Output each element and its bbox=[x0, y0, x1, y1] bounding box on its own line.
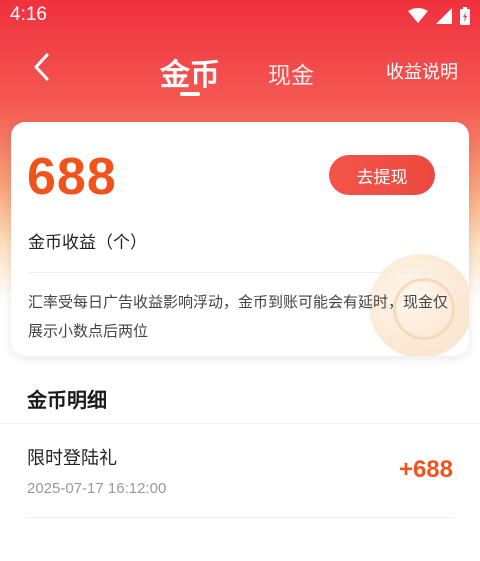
chevron-left-icon bbox=[34, 53, 49, 81]
wifi-icon bbox=[408, 8, 428, 29]
list-item[interactable]: 限时登陆礼 2025-07-17 16:12:00 +688 bbox=[27, 430, 453, 518]
record-name: 限时登陆礼 bbox=[27, 448, 117, 469]
status-icons bbox=[408, 7, 470, 30]
status-time: 4:16 bbox=[10, 4, 47, 25]
status-bar: 4:16 bbox=[0, 0, 480, 34]
earnings-explanation-link[interactable]: 收益说明 bbox=[386, 58, 458, 84]
divider bbox=[28, 272, 452, 273]
divider bbox=[0, 423, 480, 424]
coin-balance-label: 金币收益（个） bbox=[28, 233, 147, 253]
coin-summary-card: 688 去提现 金币收益（个） 汇率受每日广告收益影响浮动，金币到账可能会有延时… bbox=[11, 122, 469, 356]
withdraw-button[interactable]: 去提现 bbox=[329, 155, 435, 195]
tab-gold-coin[interactable]: 金币 bbox=[160, 50, 220, 94]
exchange-rate-notice: 汇率受每日广告收益影响浮动，金币到账可能会有延时，现金仅展示小数点后两位 bbox=[28, 293, 449, 340]
record-amount: +688 bbox=[398, 456, 453, 483]
top-nav: 金币 现金 收益说明 bbox=[0, 40, 480, 100]
back-button[interactable] bbox=[28, 52, 58, 82]
active-tab-indicator bbox=[180, 92, 200, 96]
coin-balance: 688 bbox=[27, 148, 117, 206]
battery-icon bbox=[460, 7, 470, 30]
coin-details-title: 金币明细 bbox=[27, 388, 107, 412]
divider bbox=[27, 517, 453, 518]
signal-icon bbox=[436, 8, 452, 29]
tab-cash[interactable]: 现金 bbox=[268, 56, 314, 90]
record-timestamp: 2025-07-17 16:12:00 bbox=[27, 480, 167, 497]
